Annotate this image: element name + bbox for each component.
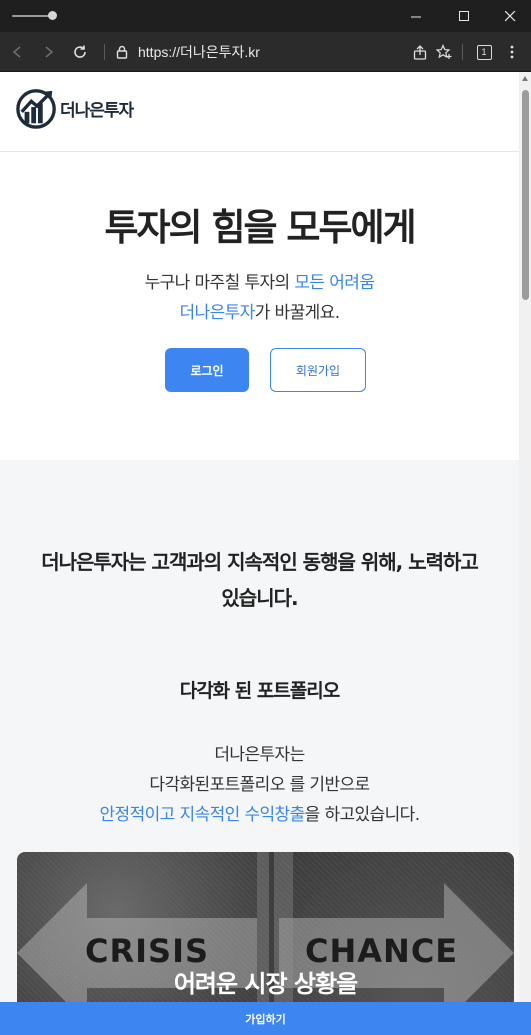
tab-switcher-button[interactable]: 1 — [470, 32, 498, 72]
hero-tagline-highlight: 모든 어려움 — [294, 273, 375, 293]
hero-brand-highlight: 더나은투자 — [179, 303, 255, 323]
browser-toolbar: https://더나은투자.kr 1 — [0, 32, 531, 72]
signup-button[interactable]: 회원가입 — [270, 348, 366, 392]
scroll-up-arrow-icon[interactable] — [522, 76, 528, 81]
tab-slider-knob[interactable] — [48, 11, 57, 20]
portfolio-subtitle: 다각화 된 포트폴리오 — [179, 680, 341, 702]
hero-tagline-line2: 더나은투자가 바꿀게요. — [0, 298, 519, 323]
more-vert-icon — [510, 45, 514, 59]
scrollbar-thumb[interactable] — [522, 90, 529, 300]
hero-tagline-text: 누구나 마주칠 투자의 — [144, 273, 295, 293]
forward-button[interactable] — [34, 32, 62, 72]
portfolio-desc-highlight: 안정적이고 지속적인 수익창출 — [99, 805, 305, 825]
portfolio-desc-line3: 을 하고있습니다. — [304, 805, 420, 825]
back-button[interactable] — [4, 32, 32, 72]
star-plus-icon — [436, 44, 452, 59]
about-headline-line1: 더나은투자는 고객과의 지속적인 동행을 위해, 노력하고 — [41, 550, 479, 574]
toolbar-divider — [104, 44, 105, 60]
reload-button[interactable] — [66, 32, 94, 72]
minimize-button[interactable] — [393, 0, 439, 32]
banner-caption: 어려운 시장 상황을 — [173, 970, 358, 998]
sticky-signup-button[interactable]: 가입하기 — [0, 1002, 531, 1035]
bookmark-button[interactable] — [430, 32, 458, 72]
lock-icon — [116, 45, 128, 59]
reload-icon — [74, 45, 86, 58]
site-logo[interactable]: 더나은투자 — [16, 86, 134, 130]
arrow-left-icon — [12, 46, 21, 58]
browser-titlebar — [0, 0, 531, 32]
hero-tagline-line1: 누구나 마주칠 투자의 모든 어려움 — [0, 268, 519, 293]
page-viewport: 더나은투자 투자의 힘을 모두에게 누구나 마주칠 투자의 모든 어려움 더나은… — [0, 72, 519, 1035]
close-window-button[interactable] — [487, 0, 531, 32]
portfolio-desc-line2: 다각화된포트폴리오 를 기반으로 — [149, 775, 370, 795]
maximize-icon — [458, 10, 469, 21]
address-bar[interactable]: https://더나은투자.kr — [138, 32, 260, 72]
hero-section: 투자의 힘을 모두에게 누구나 마주칠 투자의 모든 어려움 더나은투자가 바꿀… — [0, 153, 519, 460]
toolbar-divider — [462, 44, 463, 60]
minimize-icon — [410, 16, 421, 17]
maximize-button[interactable] — [441, 0, 487, 32]
arrow-right-icon — [45, 46, 54, 58]
logo-text: 더나은투자 — [60, 100, 134, 121]
logo-chart-icon — [16, 89, 56, 129]
site-header: 더나은투자 — [0, 72, 519, 152]
login-button[interactable]: 로그인 — [165, 348, 249, 392]
portfolio-description: 더나은투자는 다각화된포트폴리오 를 기반으로 안정적이고 지속적인 수익창출을… — [0, 740, 519, 830]
portfolio-desc-line1: 더나은투자는 — [214, 745, 305, 765]
hero-tagline-text: 가 바꿀게요. — [254, 303, 340, 323]
share-icon — [413, 44, 427, 60]
about-headline-line2: 있습니다. — [221, 586, 298, 610]
page-scrollbar[interactable] — [519, 72, 531, 1035]
browser-menu-button[interactable] — [498, 32, 526, 72]
about-headline: 더나은투자는 고객과의 지속적인 동행을 위해, 노력하고 있습니다. — [0, 544, 519, 616]
tab-count: 1 — [476, 44, 492, 60]
hero-title: 투자의 힘을 모두에게 — [104, 206, 416, 249]
close-icon — [504, 10, 515, 21]
tab-slider[interactable] — [10, 0, 60, 32]
site-info-button[interactable] — [108, 32, 136, 72]
